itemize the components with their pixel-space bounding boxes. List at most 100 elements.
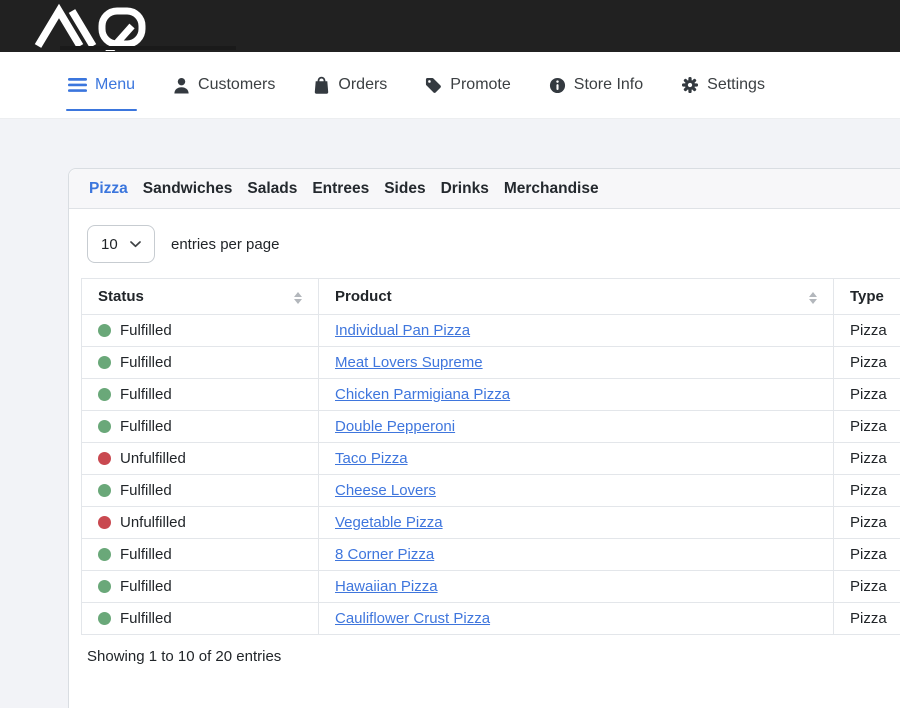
nav-label: Settings [707,76,765,94]
tag-icon [425,77,442,94]
card-body: 10 entries per page Status Product [69,209,900,679]
nav-item-promote[interactable]: Promote [425,76,510,94]
status-dot-icon [98,452,111,465]
nav-item-orders[interactable]: Orders [313,76,387,94]
status-label: Fulfilled [120,578,172,595]
nav-item-customers[interactable]: Customers [173,76,275,94]
nav-item-store-info[interactable]: Store Info [549,76,643,94]
table-row: Fulfilled Meat Lovers Supreme Pizza [82,347,900,379]
table-header-row: Status Product Type [82,279,900,315]
status-dot-icon [98,420,111,433]
tab-sandwiches[interactable]: Sandwiches [143,179,233,198]
tab-sides[interactable]: Sides [384,179,425,198]
nav-label: Menu [95,76,135,94]
tab-drinks[interactable]: Drinks [441,179,489,198]
type-cell: Pizza [834,315,900,347]
column-header-type[interactable]: Type [834,279,900,315]
product-link[interactable]: Individual Pan Pizza [335,322,470,339]
product-link[interactable]: Hawaiian Pizza [335,578,438,595]
status-dot-icon [98,612,111,625]
hamburger-icon [68,77,87,93]
product-cell: Double Pepperoni [319,411,834,443]
product-link[interactable]: Chicken Parmigiana Pizza [335,386,510,403]
status-label: Fulfilled [120,386,172,403]
product-cell: Cheese Lovers [319,475,834,507]
status-label: Unfulfilled [120,450,186,467]
product-link[interactable]: 8 Corner Pizza [335,546,434,563]
type-cell: Pizza [834,347,900,379]
entries-per-page-value: 10 [101,236,118,253]
status-label: Fulfilled [120,418,172,435]
product-cell: Cauliflower Crust Pizza [319,603,834,635]
status-label: Fulfilled [120,546,172,563]
status-cell: Fulfilled [82,411,319,443]
tab-pizza[interactable]: Pizza [89,179,128,198]
table-row: Fulfilled Double Pepperoni Pizza [82,411,900,443]
status-dot-icon [98,356,111,369]
main-navbar: Menu Customers Orders Promote [0,52,900,119]
nav-label: Store Info [574,76,643,94]
product-cell: Taco Pizza [319,443,834,475]
entries-per-page-label: entries per page [171,236,279,253]
type-cell: Pizza [834,571,900,603]
table-row: Unfulfilled Taco Pizza Pizza [82,443,900,475]
nav-label: Orders [338,76,387,94]
product-link[interactable]: Taco Pizza [335,450,408,467]
type-cell: Pizza [834,475,900,507]
status-cell: Fulfilled [82,603,319,635]
table-row: Fulfilled Cheese Lovers Pizza [82,475,900,507]
product-cell: Vegetable Pizza [319,507,834,539]
status-cell: Fulfilled [82,475,319,507]
status-cell: Unfulfilled [82,507,319,539]
chevron-down-icon [130,241,141,248]
type-cell: Pizza [834,379,900,411]
product-link[interactable]: Cauliflower Crust Pizza [335,610,490,627]
person-icon [173,77,190,94]
status-dot-icon [98,388,111,401]
product-cell: Meat Lovers Supreme [319,347,834,379]
products-table: Status Product Type [81,278,900,635]
status-dot-icon [98,484,111,497]
table-row: Fulfilled Hawaiian Pizza Pizza [82,571,900,603]
product-link[interactable]: Double Pepperoni [335,418,455,435]
nav-label: Customers [198,76,275,94]
type-cell: Pizza [834,411,900,443]
status-label: Fulfilled [120,610,172,627]
tab-entrees[interactable]: Entrees [312,179,369,198]
gear-icon [681,76,699,94]
nav-item-menu[interactable]: Menu [68,76,135,94]
column-header-product[interactable]: Product [319,279,834,315]
nav-item-settings[interactable]: Settings [681,76,765,94]
product-link[interactable]: Meat Lovers Supreme [335,354,483,371]
table-row: Unfulfilled Vegetable Pizza Pizza [82,507,900,539]
bag-icon [313,76,330,94]
status-dot-icon [98,580,111,593]
status-cell: Fulfilled [82,539,319,571]
aiq-logo-icon [34,3,146,51]
status-cell: Unfulfilled [82,443,319,475]
status-cell: Fulfilled [82,379,319,411]
sort-icon[interactable] [294,292,302,304]
status-dot-icon [98,516,111,529]
menu-card: Pizza Sandwiches Salads Entrees Sides Dr… [68,168,900,708]
entries-per-page-row: 10 entries per page [87,225,900,263]
info-circle-icon [549,77,566,94]
entries-per-page-select[interactable]: 10 [87,225,155,263]
product-link[interactable]: Cheese Lovers [335,482,436,499]
tab-merchandise[interactable]: Merchandise [504,179,599,198]
column-label: Status [98,288,144,305]
top-brand-bar [0,0,900,52]
product-cell: Hawaiian Pizza [319,571,834,603]
type-cell: Pizza [834,539,900,571]
type-cell: Pizza [834,507,900,539]
table-row: Fulfilled Cauliflower Crust Pizza Pizza [82,603,900,635]
tab-salads[interactable]: Salads [247,179,297,198]
table-row: Fulfilled Chicken Parmigiana Pizza Pizza [82,379,900,411]
status-label: Unfulfilled [120,514,186,531]
type-cell: Pizza [834,443,900,475]
status-label: Fulfilled [120,354,172,371]
product-link[interactable]: Vegetable Pizza [335,514,443,531]
sort-icon[interactable] [809,292,817,304]
column-label: Type [850,288,884,305]
column-header-status[interactable]: Status [82,279,319,315]
